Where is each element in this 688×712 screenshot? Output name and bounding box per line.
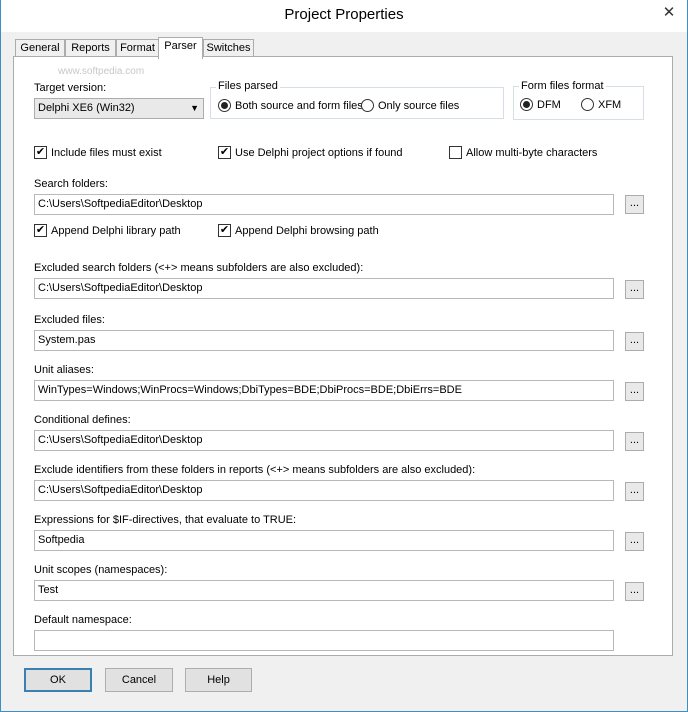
unit-scopes-input[interactable]: Test	[34, 580, 614, 601]
append-library-label: Append Delphi library path	[51, 224, 181, 237]
cancel-button[interactable]: Cancel	[105, 668, 173, 692]
checkmark-icon: ✔	[218, 146, 231, 159]
default-namespace-label: Default namespace:	[34, 614, 132, 626]
unit-aliases-browse-button[interactable]: ...	[625, 382, 644, 401]
append-browsing-checkbox[interactable]: ✔ Append Delphi browsing path	[218, 223, 379, 238]
default-namespace-input[interactable]	[34, 630, 614, 651]
radio-unselected-icon	[361, 99, 374, 112]
excluded-folders-input[interactable]: C:\Users\SoftpediaEditor\Desktop	[34, 278, 614, 299]
include-files-checkbox[interactable]: ✔ Include files must exist	[34, 145, 162, 160]
radio-xfm-label: XFM	[598, 98, 622, 111]
watermark: www.softpedia.com	[58, 66, 145, 77]
delphi-options-checkbox[interactable]: ✔ Use Delphi project options if found	[218, 145, 403, 160]
conditional-defines-label: Conditional defines:	[34, 414, 131, 426]
tab-parser[interactable]: Parser	[158, 37, 203, 59]
radio-xfm[interactable]: XFM	[581, 97, 621, 112]
exclude-identifiers-input[interactable]: C:\Users\SoftpediaEditor\Desktop	[34, 480, 614, 501]
if-expressions-input[interactable]: Softpedia	[34, 530, 614, 551]
search-folders-label: Search folders:	[34, 178, 108, 190]
radio-dfm-label: DFM	[537, 98, 561, 111]
target-version-select[interactable]: Delphi XE6 (Win32) ▼	[34, 98, 204, 119]
search-folders-browse-button[interactable]: ...	[625, 195, 644, 214]
target-version-label: Target version:	[34, 82, 107, 94]
delphi-options-label: Use Delphi project options if found	[235, 146, 403, 159]
conditional-defines-browse-button[interactable]: ...	[625, 432, 644, 451]
excluded-folders-browse-button[interactable]: ...	[625, 280, 644, 299]
radio-only-label: Only source files	[378, 99, 460, 112]
window-title: Project Properties	[284, 6, 404, 23]
excluded-files-input[interactable]: System.pas	[34, 330, 614, 351]
close-icon[interactable]: ✕	[651, 0, 687, 24]
title-bar: Project Properties ✕	[1, 0, 687, 32]
help-button[interactable]: Help	[185, 668, 252, 692]
append-browsing-label: Append Delphi browsing path	[235, 224, 379, 237]
radio-both-label: Both source and form files	[235, 99, 363, 112]
search-folders-input[interactable]: C:\Users\SoftpediaEditor\Desktop	[34, 194, 614, 215]
radio-dfm[interactable]: DFM	[520, 97, 561, 112]
chevron-down-icon: ▼	[190, 103, 199, 113]
exclude-identifiers-label: Exclude identifiers from these folders i…	[34, 464, 476, 476]
radio-only-source[interactable]: Only source files	[361, 98, 459, 113]
unit-scopes-browse-button[interactable]: ...	[625, 582, 644, 601]
checkmark-icon: ✔	[34, 146, 47, 159]
conditional-defines-input[interactable]: C:\Users\SoftpediaEditor\Desktop	[34, 430, 614, 451]
excluded-files-browse-button[interactable]: ...	[625, 332, 644, 351]
unit-aliases-input[interactable]: WinTypes=Windows;WinProcs=Windows;DbiTyp…	[34, 380, 614, 401]
if-expressions-browse-button[interactable]: ...	[625, 532, 644, 551]
project-properties-window: Project Properties ✕ General Reports For…	[0, 0, 688, 712]
radio-unselected-icon	[581, 98, 594, 111]
include-files-label: Include files must exist	[51, 146, 162, 159]
unit-scopes-label: Unit scopes (namespaces):	[34, 564, 168, 576]
multibyte-checkbox[interactable]: Allow multi-byte characters	[449, 145, 597, 160]
multibyte-label: Allow multi-byte characters	[466, 146, 598, 159]
excluded-files-label: Excluded files:	[34, 314, 105, 326]
unit-aliases-label: Unit aliases:	[34, 364, 94, 376]
radio-selected-icon	[520, 98, 533, 111]
target-version-value: Delphi XE6 (Win32)	[38, 102, 135, 114]
form-files-title: Form files format	[519, 80, 606, 92]
files-parsed-title: Files parsed	[216, 80, 280, 92]
checkmark-icon: ✔	[34, 224, 47, 237]
ok-button[interactable]: OK	[24, 668, 92, 692]
append-library-checkbox[interactable]: ✔ Append Delphi library path	[34, 223, 181, 238]
checkmark-icon: ✔	[218, 224, 231, 237]
unchecked-box-icon	[449, 146, 462, 159]
radio-selected-icon	[218, 99, 231, 112]
if-expressions-label: Expressions for $IF-directives, that eva…	[34, 514, 297, 526]
excluded-folders-label: Excluded search folders (<+> means subfo…	[34, 262, 364, 274]
radio-both-files[interactable]: Both source and form files	[218, 98, 363, 113]
exclude-identifiers-browse-button[interactable]: ...	[625, 482, 644, 501]
